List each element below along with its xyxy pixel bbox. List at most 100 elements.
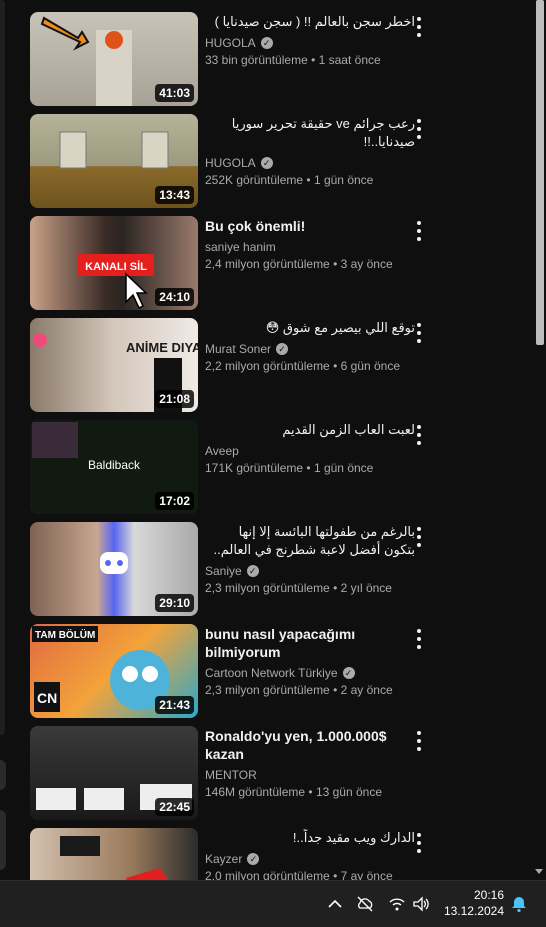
video-title[interactable]: لعبت العاب الزمن القديم — [205, 421, 415, 439]
channel-name-row[interactable]: HUGOLA ✓ — [205, 35, 415, 51]
scroll-down-icon[interactable] — [535, 869, 543, 874]
more-actions-icon[interactable] — [411, 16, 427, 38]
video-title[interactable]: Ronaldo'yu yen, 1.000.000$ kazan — [205, 727, 415, 763]
video-title[interactable]: bunu nasıl yapacağımı bilmiyorum — [205, 625, 415, 661]
video-item[interactable]: TAM BÖLÜM CN 21:43 bunu nasıl yapacağımı… — [30, 624, 530, 720]
channel-name-row[interactable]: Cartoon Network Türkiye ✓ — [205, 665, 415, 681]
more-actions-icon[interactable] — [411, 730, 427, 752]
more-actions-icon[interactable] — [411, 832, 427, 854]
upload-age: 1 saat önce — [318, 53, 381, 67]
clock-time: 20:16 — [473, 888, 504, 902]
verified-icon: ✓ — [260, 37, 273, 49]
view-count: 171K görüntüleme — [205, 461, 304, 475]
video-stats: 252K görüntüleme • 1 gün önce — [205, 173, 374, 187]
thumbnail-caption: ANİME DIYARI — [126, 340, 198, 355]
video-stats: 2,4 milyon görüntüleme • 3 ay önce — [205, 257, 393, 271]
channel-name[interactable]: saniye hanim — [205, 240, 276, 254]
channel-name[interactable]: Kayzer — [205, 852, 242, 866]
more-actions-icon[interactable] — [411, 220, 427, 242]
video-item[interactable]: 29:10 بالرغم من طفولتها البائسة إلا إنها… — [30, 522, 530, 618]
video-title[interactable]: Bu çok önemli! — [205, 217, 415, 235]
view-count: 33 bin görüntüleme — [205, 53, 308, 67]
video-thumbnail[interactable]: Baldiback 17:02 — [30, 420, 198, 514]
more-actions-icon[interactable] — [411, 628, 427, 650]
network-disconnected-icon[interactable] — [356, 895, 374, 913]
verified-icon: ✓ — [246, 565, 259, 577]
thumbnail-image — [30, 828, 198, 880]
channel-name-row[interactable]: Saniye ✓ — [205, 563, 415, 579]
channel-name[interactable]: HUGOLA — [205, 36, 256, 50]
video-thumbnail[interactable]: 22:45 — [30, 726, 198, 820]
clock-date: 13.12.2024 — [443, 904, 504, 918]
view-count: 146M görüntüleme — [205, 785, 306, 799]
volume-icon[interactable] — [412, 895, 430, 913]
channel-name[interactable]: HUGOLA — [205, 156, 256, 170]
video-stats: 2,2 milyon görüntüleme • 6 gün önce — [205, 359, 400, 373]
video-duration: 41:03 — [155, 84, 194, 102]
more-actions-icon[interactable] — [411, 322, 427, 344]
more-actions-icon[interactable] — [411, 424, 427, 446]
view-count: 252K görüntüleme — [205, 173, 304, 187]
video-item[interactable]: 13:43 رعب جرائم ve حقيقة تحرير سوريا صيد… — [30, 114, 530, 210]
channel-name[interactable]: Cartoon Network Türkiye — [205, 666, 338, 680]
channel-name[interactable]: Murat Soner — [205, 342, 271, 356]
video-stats: 2,3 milyon görüntüleme • 2 ay önce — [205, 683, 393, 697]
video-item[interactable]: Baldiback 17:02 لعبت العاب الزمن القديم … — [30, 420, 530, 516]
video-thumbnail[interactable]: ANİME DIYARI 21:08 — [30, 318, 198, 412]
video-thumbnail[interactable]: 41:03 — [30, 12, 198, 106]
taskbar: 20:16 13.12.2024 — [0, 880, 546, 927]
video-title[interactable]: الدارك ويب مقيد جداً..! — [205, 829, 415, 847]
video-stats: 2,0 milyon görüntüleme • 7 ay önce — [205, 869, 415, 880]
video-thumbnail[interactable]: KANALI SİL 24:10 — [30, 216, 198, 310]
channel-name-row[interactable]: Kayzer ✓ — [205, 851, 415, 867]
video-stats: 171K görüntüleme • 1 gün önce — [205, 461, 374, 475]
video-thumbnail[interactable]: 13:43 — [30, 114, 198, 208]
channel-name[interactable]: Saniye — [205, 564, 242, 578]
video-list: 41:03 اخطر سجن بالعالم !! ( سجن صيدنايا … — [30, 12, 530, 880]
upload-age: 2 ay önce — [340, 683, 393, 697]
wifi-icon[interactable] — [388, 895, 406, 913]
view-count: 2,0 milyon görüntüleme — [205, 869, 330, 880]
thumbnail-caption: Baldiback — [88, 458, 141, 472]
video-title[interactable]: رعب جرائم ve حقيقة تحرير سوريا صيدنايا..… — [205, 115, 415, 151]
channel-name-row[interactable]: HUGOLA ✓ — [205, 155, 415, 171]
verified-icon: ✓ — [260, 157, 273, 169]
video-item[interactable]: ANİME DIYARI 21:08 توقع اللي بيصير مع شو… — [30, 318, 530, 414]
video-thumbnail[interactable]: 29:10 — [30, 522, 198, 616]
video-title[interactable]: بالرغم من طفولتها البائسة إلا إنها بتكون… — [205, 523, 415, 559]
scrollbar-thumb[interactable] — [536, 0, 544, 345]
video-item[interactable]: الدارك ويب مقيد جداً..! Kayzer ✓ 2,0 mily… — [30, 828, 530, 880]
more-actions-icon[interactable] — [411, 118, 427, 140]
channel-name-row[interactable]: MENTOR — [205, 767, 415, 783]
video-item[interactable]: 22:45 Ronaldo'yu yen, 1.000.000$ kazan M… — [30, 726, 530, 822]
video-title[interactable]: توقع اللي بيصير مع شوق 😳 — [205, 319, 415, 337]
channel-name-row[interactable]: Aveep — [205, 443, 415, 459]
upload-age: 1 gün önce — [313, 461, 374, 475]
channel-name-row[interactable]: saniye hanim — [205, 239, 415, 255]
side-panel-edge — [0, 0, 8, 880]
more-actions-icon[interactable] — [411, 526, 427, 548]
video-duration: 17:02 — [155, 492, 194, 510]
video-duration: 22:45 — [155, 798, 194, 816]
side-panel-pill[interactable] — [0, 760, 6, 790]
chevron-up-icon[interactable] — [326, 895, 344, 913]
side-panel-strip — [0, 0, 5, 735]
notification-bell-icon[interactable] — [510, 895, 528, 913]
video-title[interactable]: اخطر سجن بالعالم !! ( سجن صيدنايا ) — [205, 13, 415, 31]
upload-age: 1 gün önce — [313, 173, 374, 187]
video-thumbnail[interactable] — [30, 828, 198, 880]
view-count: 2,2 milyon görüntüleme — [205, 359, 330, 373]
thumbnail-caption: TAM BÖLÜM — [35, 628, 95, 641]
video-duration: 13:43 — [155, 186, 194, 204]
channel-name[interactable]: MENTOR — [205, 768, 257, 782]
video-item[interactable]: 41:03 اخطر سجن بالعالم !! ( سجن صيدنايا … — [30, 12, 530, 108]
upload-age: 3 ay önce — [340, 257, 393, 271]
system-clock[interactable]: 20:16 13.12.2024 — [444, 887, 504, 919]
thumbnail-caption: KANALI SİL — [85, 260, 147, 273]
side-panel-pill[interactable] — [0, 810, 6, 870]
page-scrollbar[interactable] — [532, 0, 546, 880]
video-thumbnail[interactable]: TAM BÖLÜM CN 21:43 — [30, 624, 198, 718]
channel-name[interactable]: Aveep — [205, 444, 239, 458]
video-item[interactable]: KANALI SİL 24:10 Bu çok önemli! saniye h… — [30, 216, 530, 312]
channel-name-row[interactable]: Murat Soner ✓ — [205, 341, 415, 357]
